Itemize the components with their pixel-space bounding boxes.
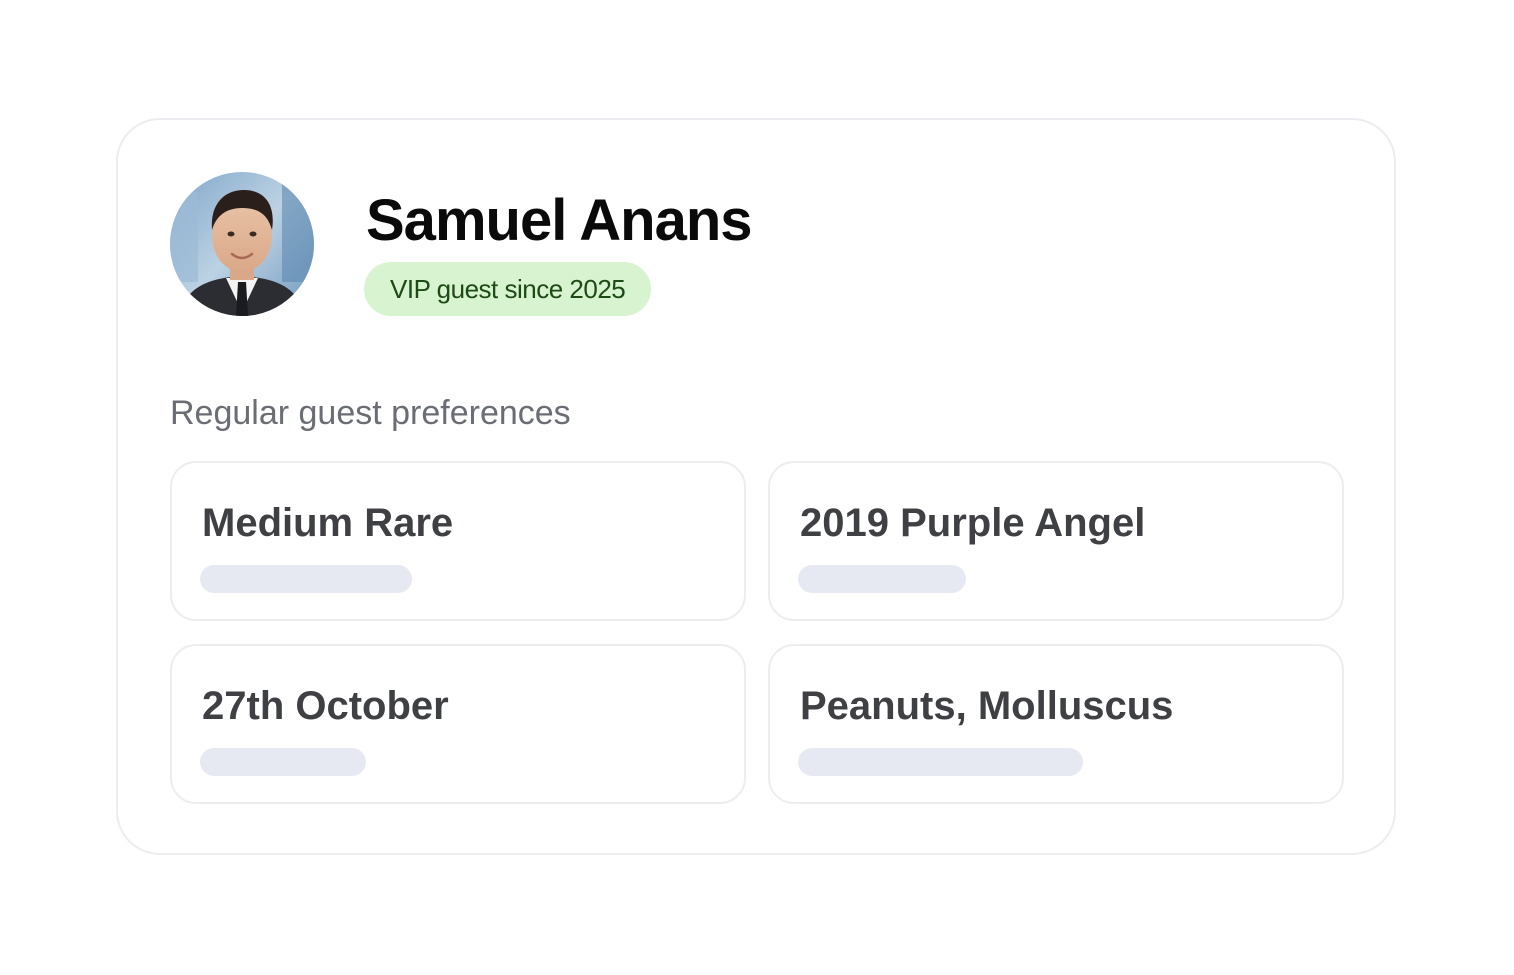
- preference-card-date[interactable]: 27th October: [170, 644, 746, 804]
- preference-value: 2019 Purple Angel: [800, 501, 1146, 545]
- preference-card-allergies[interactable]: Peanuts, Molluscus: [768, 644, 1344, 804]
- avatar: [170, 172, 314, 316]
- vip-status-badge: VIP guest since 2025: [364, 262, 652, 316]
- preference-placeholder-bar: [200, 748, 366, 776]
- preference-card-wine[interactable]: 2019 Purple Angel: [768, 461, 1344, 621]
- guest-profile-card: Samuel Anans VIP guest since 2025 Regula…: [116, 118, 1396, 855]
- preference-placeholder-bar: [798, 565, 966, 593]
- guest-photo-icon: [170, 172, 314, 316]
- preferences-heading: Regular guest preferences: [170, 394, 571, 432]
- preference-placeholder-bar: [798, 748, 1083, 776]
- preference-card-steak[interactable]: Medium Rare: [170, 461, 746, 621]
- guest-name: Samuel Anans: [366, 188, 753, 253]
- preference-value: Medium Rare: [202, 501, 454, 545]
- preference-value: 27th October: [202, 684, 449, 728]
- preference-value: Peanuts, Molluscus: [800, 684, 1174, 728]
- preference-placeholder-bar: [200, 565, 412, 593]
